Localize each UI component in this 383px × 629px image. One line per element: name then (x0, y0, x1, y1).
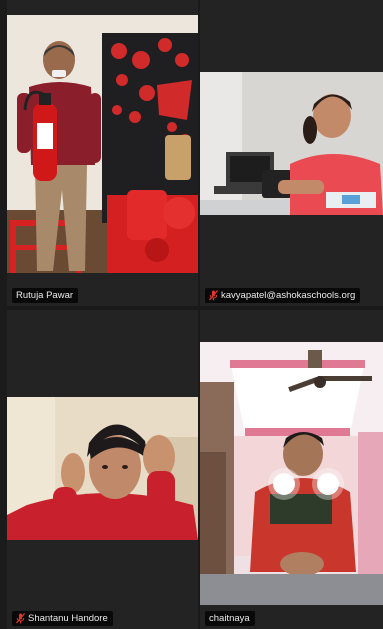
participant-name: Rutuja Pawar (16, 290, 74, 301)
participant-name: Shantanu Handore (28, 613, 108, 624)
participant-name: kavyapatel@ashokaschools.org (221, 290, 356, 301)
participant-name-tag: Rutuja Pawar (12, 288, 79, 303)
participant-video (7, 397, 198, 540)
participant-tile-chaitnaya[interactable]: chaitnaya (200, 310, 383, 629)
left-edge (0, 0, 7, 629)
participant-tile-kavyapatel[interactable]: kavyapatel@ashokaschools.org (200, 0, 383, 306)
participant-name: chaitnaya (209, 613, 250, 624)
mic-off-icon (209, 290, 218, 301)
participant-name-tag: kavyapatel@ashokaschools.org (205, 288, 361, 303)
participant-tile-shantanu-handore[interactable]: Shantanu Handore (7, 310, 198, 629)
participant-tile-rutuja-pawar[interactable]: Rutuja Pawar (7, 0, 198, 306)
participant-video (7, 15, 198, 273)
participant-video (200, 72, 383, 215)
participant-name-tag: Shantanu Handore (12, 611, 113, 626)
mic-off-icon (16, 613, 25, 624)
participant-name-tag: chaitnaya (205, 611, 255, 626)
participant-video (200, 342, 383, 605)
